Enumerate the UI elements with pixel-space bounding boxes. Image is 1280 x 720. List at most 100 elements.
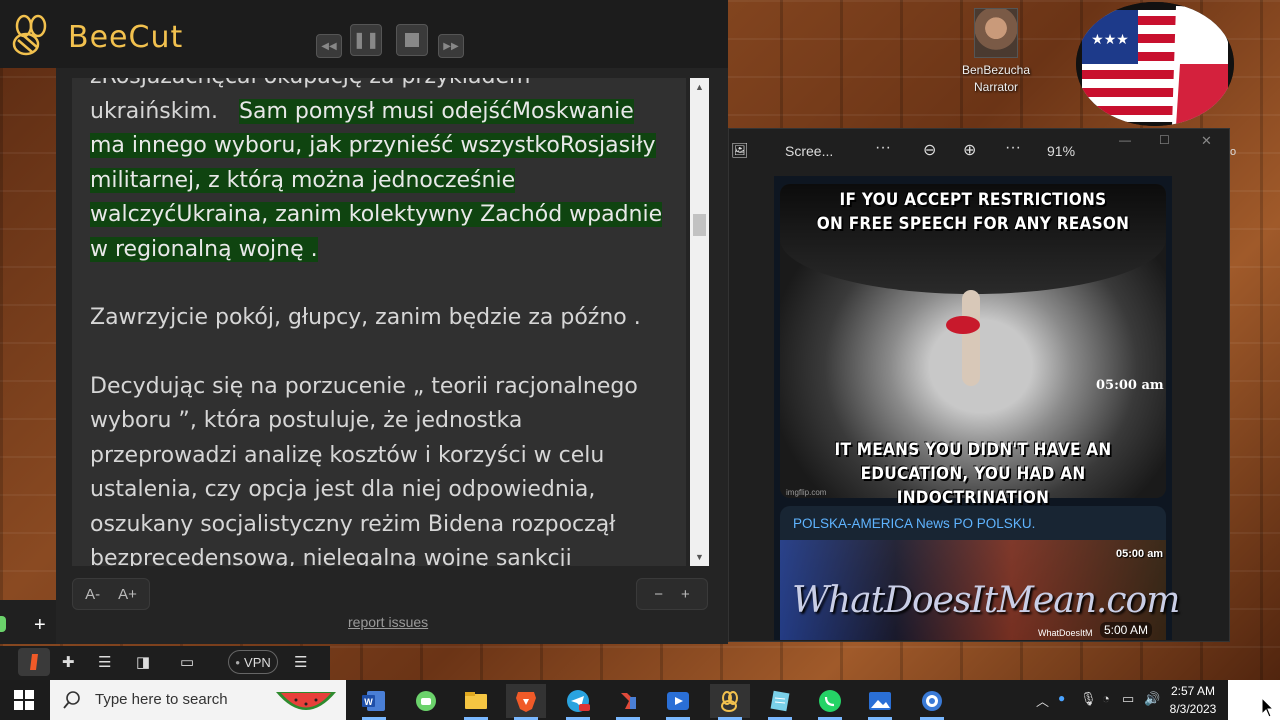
taskbar-app-photos[interactable] xyxy=(860,684,900,720)
font-size-controls: A- A+ xyxy=(72,578,150,610)
meme-text-line: EDUCATION, YOU HAD AN INDOCTRINATION xyxy=(860,464,1086,508)
meme-text-line: IT MEANS YOU DIDN'T HAVE AN xyxy=(834,440,1112,460)
brave-icon xyxy=(516,692,536,712)
channel-name[interactable]: POLSKA-AMERICA News PO POLSKU. xyxy=(793,516,1035,531)
speed-plus-button[interactable]: + xyxy=(681,586,690,603)
viewer-toolbar: 🖼 Scree... ··· ⊖ ⊕ ··· 91% — ☐ ✕ xyxy=(729,129,1229,173)
narrator-avatar xyxy=(974,8,1018,58)
viewer-title: Scree... xyxy=(785,143,834,159)
font-larger-button[interactable]: A+ xyxy=(118,586,137,603)
windows-start-icon[interactable] xyxy=(14,690,34,710)
taskbar-app-brave[interactable] xyxy=(506,684,546,720)
message-time: 05:00 am xyxy=(1096,378,1164,393)
text-line: przeprowadzi analizę kosztów i korzyści … xyxy=(90,442,605,468)
taskbar-app-telegram[interactable] xyxy=(558,684,598,720)
svg-text:W: W xyxy=(364,697,373,707)
whatdoesitmean-logo: WhatDoesItMean.com xyxy=(792,580,1180,621)
meme-finger xyxy=(962,290,980,386)
notepad-icon xyxy=(770,690,790,712)
stop-icon xyxy=(405,33,419,47)
zoom-in-icon[interactable]: ⊕ xyxy=(963,140,976,160)
new-tab-button[interactable]: + xyxy=(34,614,46,637)
meme-watermark: imgflip.com xyxy=(786,488,827,497)
text-line: ustalenia, czy opcja jest dla niej odpow… xyxy=(90,477,596,502)
narrator-name: BenBezucha xyxy=(961,63,1031,77)
brave-rewards-button[interactable] xyxy=(18,648,50,676)
taskbar-app-media[interactable] xyxy=(912,684,952,720)
scroll-thumb[interactable] xyxy=(693,214,706,236)
taskbar-app-word[interactable]: W xyxy=(354,684,394,720)
taskbar-app-tool[interactable] xyxy=(608,684,648,720)
report-issues-link[interactable]: report issues xyxy=(348,614,428,630)
sidebar-icon[interactable]: ◨ xyxy=(136,653,150,671)
rewind-icon: ◀◀ xyxy=(321,40,337,52)
wallet-icon[interactable]: ▭ xyxy=(180,653,194,671)
show-hidden-icons[interactable]: ︿ xyxy=(1036,691,1049,710)
vpn-button[interactable]: ● VPN xyxy=(228,650,278,674)
microphone-icon[interactable]: 🎙 xyxy=(1080,691,1097,707)
reader-scrollbar[interactable]: ▲ ▼ xyxy=(690,78,709,566)
notification-button[interactable] xyxy=(1228,680,1280,720)
taskbar-app-notepad[interactable] xyxy=(760,684,800,720)
pause-button[interactable]: ❚❚ xyxy=(350,24,382,56)
image-time-label: 05:00 am xyxy=(1116,548,1164,560)
highlighted-text: walczyćUkraina, zanim kolektywny Zachód … xyxy=(90,202,663,227)
pause-icon: ❚❚ xyxy=(352,32,380,49)
taskbar-app-file-explorer[interactable] xyxy=(456,684,496,720)
vpn-label: VPN xyxy=(244,654,271,670)
rewind-button[interactable]: ◀◀ xyxy=(316,34,342,58)
fast-forward-icon: ▶▶ xyxy=(443,40,459,52)
browser-tab-strip xyxy=(0,600,56,644)
meme-top-text: IF YOU ACCEPT RESTRICTIONS ON FREE SPEEC… xyxy=(799,188,1146,236)
tray-app-icon[interactable]: ● xyxy=(1058,691,1065,705)
taskbar-app-beecut[interactable] xyxy=(710,684,750,720)
font-smaller-button[interactable]: A- xyxy=(85,586,100,603)
text-line: walczyćUkraina, zanim kolektywny Zachód … xyxy=(90,198,674,233)
text-span: ukraińskim. xyxy=(90,98,219,124)
image-small-caption: WhatDoesItM xyxy=(1038,628,1093,638)
see-more-button[interactable]: ··· xyxy=(1005,139,1021,157)
stop-button[interactable] xyxy=(396,24,428,56)
taskbar-app-android[interactable] xyxy=(406,684,446,718)
text-line: ma innego wyboru, jak przynieść wszystko… xyxy=(90,129,674,164)
meme-text-line: ON FREE SPEECH FOR ANY REASON xyxy=(816,214,1130,234)
clock-time[interactable]: 2:57 AM xyxy=(1168,684,1218,698)
whatsapp-icon xyxy=(819,690,841,712)
gallery-icon[interactable]: 🖼 xyxy=(731,142,749,159)
more-options-button[interactable]: ··· xyxy=(875,139,891,157)
narrator-label: BenBezucha Narrator xyxy=(946,62,1046,96)
meme-text-line: IF YOU ACCEPT RESTRICTIONS xyxy=(839,190,1107,210)
volume-icon[interactable]: 🔊 xyxy=(1144,691,1160,707)
telegram-icon xyxy=(567,690,590,712)
word-icon: W xyxy=(362,691,385,711)
brave-rewards-icon xyxy=(30,654,38,670)
tool-icon xyxy=(621,693,636,709)
zoom-out-icon[interactable]: ⊖ xyxy=(923,140,936,160)
scroll-down-icon[interactable]: ▼ xyxy=(690,552,709,562)
clock-date[interactable]: 8/3/2023 xyxy=(1164,702,1222,716)
text-line: zRosjazachęcał okupację za przykładem xyxy=(90,78,674,95)
menu-icon[interactable]: ☰ xyxy=(294,653,307,671)
taskbar-app-media-player[interactable] xyxy=(658,684,698,720)
tab-favicon[interactable] xyxy=(0,616,6,632)
network-icon[interactable]: ◔ xyxy=(1102,691,1110,706)
fast-forward-button[interactable]: ▶▶ xyxy=(438,34,464,58)
playlist-icon[interactable]: ☰ xyxy=(98,653,111,671)
close-button[interactable]: ✕ xyxy=(1201,133,1212,149)
highlighted-text: ma innego wyboru, jak przynieść wszystko… xyxy=(90,133,656,158)
battery-icon[interactable]: ▭ xyxy=(1122,691,1134,707)
search-icon xyxy=(63,691,80,709)
cursor-icon xyxy=(1261,696,1275,718)
vpn-status-icon: ● xyxy=(235,657,241,667)
text-line: Decydując się na porzucenie „ teorii rac… xyxy=(90,373,638,399)
text-line: ukraińskim. Sam pomysł musi odejśćMoskwa… xyxy=(90,95,674,130)
taskbar-app-whatsapp[interactable] xyxy=(810,684,850,720)
minimize-button[interactable]: — xyxy=(1119,133,1131,147)
speed-minus-button[interactable]: − xyxy=(654,586,663,603)
scroll-up-icon[interactable]: ▲ xyxy=(690,82,709,92)
text-line: Zawrzyjcie pokój, głupcy, zanim będzie z… xyxy=(90,305,641,330)
bee-logo-icon xyxy=(12,14,47,56)
extensions-icon[interactable]: ✚ xyxy=(62,653,75,671)
media-icon xyxy=(922,691,942,711)
maximize-button[interactable]: ☐ xyxy=(1159,133,1170,147)
